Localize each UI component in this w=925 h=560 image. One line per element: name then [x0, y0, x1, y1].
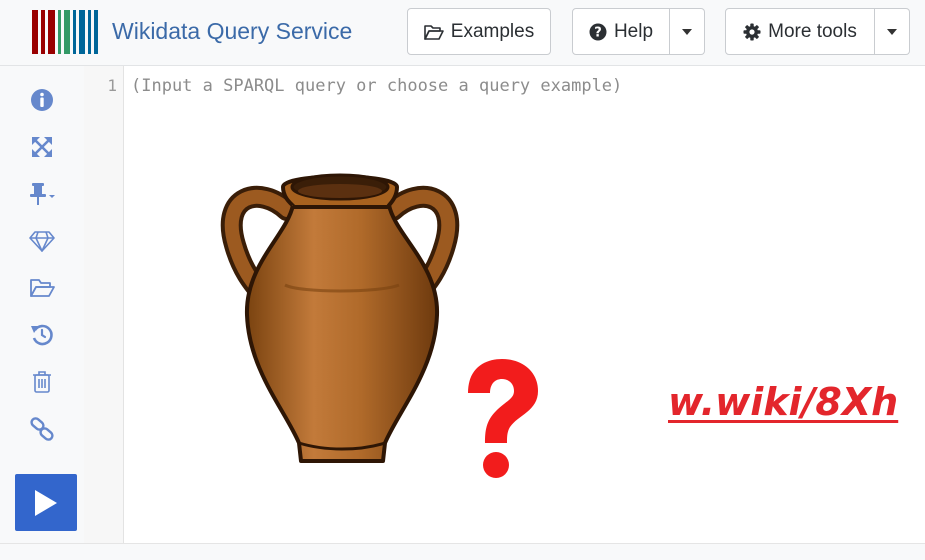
more-tools-dropdown-toggle[interactable]	[875, 8, 910, 55]
caret-down-icon	[887, 28, 897, 35]
line-gutter: 1	[84, 66, 124, 543]
query-editor-placeholder[interactable]: (Input a SPARQL query or choose a query …	[131, 76, 622, 96]
svg-text:?: ?	[594, 25, 602, 40]
question-mark-image	[468, 359, 538, 478]
short-link[interactable]: w.wiki/8Xh	[668, 380, 898, 424]
caret-down-icon	[682, 28, 692, 35]
app-title[interactable]: Wikidata Query Service	[112, 18, 352, 45]
history-icon	[31, 324, 53, 346]
help-dropdown-toggle[interactable]	[670, 8, 705, 55]
help-button[interactable]: ? Help	[572, 8, 670, 55]
amphora-vase-image	[220, 173, 460, 463]
info-button[interactable]	[24, 83, 60, 117]
folder-open-icon	[423, 24, 444, 40]
clear-query-button[interactable]	[24, 365, 60, 399]
gear-icon	[743, 23, 761, 40]
trash-icon	[33, 371, 51, 393]
fullscreen-button[interactable]	[24, 130, 60, 164]
question-circle-icon: ?	[589, 23, 607, 40]
play-icon	[35, 489, 57, 516]
bottom-strip	[0, 543, 925, 560]
fullscreen-icon	[32, 137, 52, 157]
navbar: Wikidata Query Service Examples ? Help M…	[0, 0, 925, 66]
link-icon	[30, 417, 54, 441]
examples-button[interactable]: Examples	[407, 8, 551, 55]
editor-toolbar	[0, 66, 84, 543]
run-query-button[interactable]	[15, 474, 77, 531]
query-helper-button[interactable]	[24, 224, 60, 258]
more-tools-label: More tools	[768, 20, 857, 42]
pin-menu-button[interactable]	[24, 177, 60, 211]
examples-label: Examples	[450, 20, 535, 42]
folder-open-icon	[30, 279, 55, 297]
info-icon	[31, 89, 53, 111]
more-tools-button[interactable]: More tools	[725, 8, 875, 55]
history-button[interactable]	[24, 318, 60, 352]
line-number: 1	[107, 76, 117, 95]
help-label: Help	[613, 20, 654, 42]
diamond-icon	[29, 231, 55, 252]
wikidata-logo[interactable]	[32, 10, 98, 54]
pin-icon	[30, 183, 55, 205]
share-link-button[interactable]	[24, 412, 60, 446]
open-query-button[interactable]	[24, 271, 60, 305]
